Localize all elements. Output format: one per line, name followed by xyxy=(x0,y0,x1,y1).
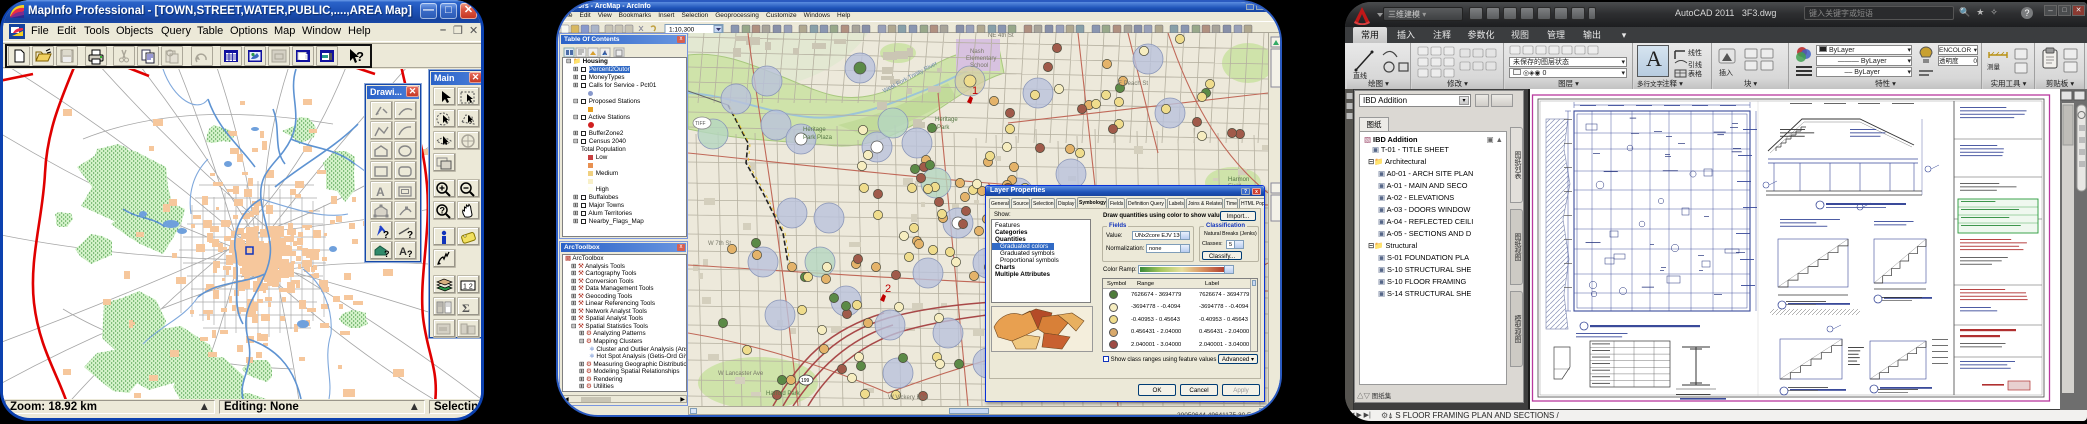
svg-text:测量: 测量 xyxy=(1987,63,2001,71)
svg-text:?: ? xyxy=(384,249,390,259)
svg-text:?: ? xyxy=(356,49,364,64)
svg-text:Nash: Nash xyxy=(970,49,984,55)
svg-text:Harrold Park: Harrold Park xyxy=(766,391,801,397)
svg-text:199: 199 xyxy=(801,378,810,384)
svg-text:引线: 引线 xyxy=(1688,60,1702,69)
svg-text:线性: 线性 xyxy=(1688,48,1702,57)
svg-text:插入: 插入 xyxy=(1719,68,1733,77)
svg-text:?: ? xyxy=(440,206,446,216)
svg-text:?: ? xyxy=(407,230,413,241)
svg-text:1 2: 1 2 xyxy=(463,284,473,291)
svg-text:School: School xyxy=(970,63,988,69)
svg-text:Heritage: Heritage xyxy=(803,127,826,133)
svg-text:W 7th St: W 7th St xyxy=(708,241,731,247)
svg-text:NE 4th St: NE 4th St xyxy=(988,33,1014,39)
svg-text:表格: 表格 xyxy=(1688,69,1702,78)
svg-text:W Lancaster Ave: W Lancaster Ave xyxy=(718,371,764,377)
svg-text:W Vickery Blvd: W Vickery Blvd xyxy=(888,395,928,401)
svg-text:1: 1 xyxy=(972,85,978,97)
svg-text:Park Plaza: Park Plaza xyxy=(803,135,833,141)
svg-text:Heritage: Heritage xyxy=(935,117,958,123)
svg-text:E Peach St: E Peach St xyxy=(1118,81,1148,87)
svg-text:Park: Park xyxy=(937,125,950,131)
svg-text:Σ: Σ xyxy=(462,301,470,315)
svg-text:直线: 直线 xyxy=(1353,71,1367,79)
svg-text:?: ? xyxy=(383,230,389,241)
svg-text:Elementary: Elementary xyxy=(966,56,996,62)
svg-text:TIFF: TIFF xyxy=(695,121,706,127)
svg-text:2: 2 xyxy=(885,283,891,295)
svg-text:A: A xyxy=(376,185,385,199)
svg-text:Harmon: Harmon xyxy=(1228,177,1249,183)
svg-text:?: ? xyxy=(407,249,413,259)
svg-text:A: A xyxy=(399,246,407,258)
